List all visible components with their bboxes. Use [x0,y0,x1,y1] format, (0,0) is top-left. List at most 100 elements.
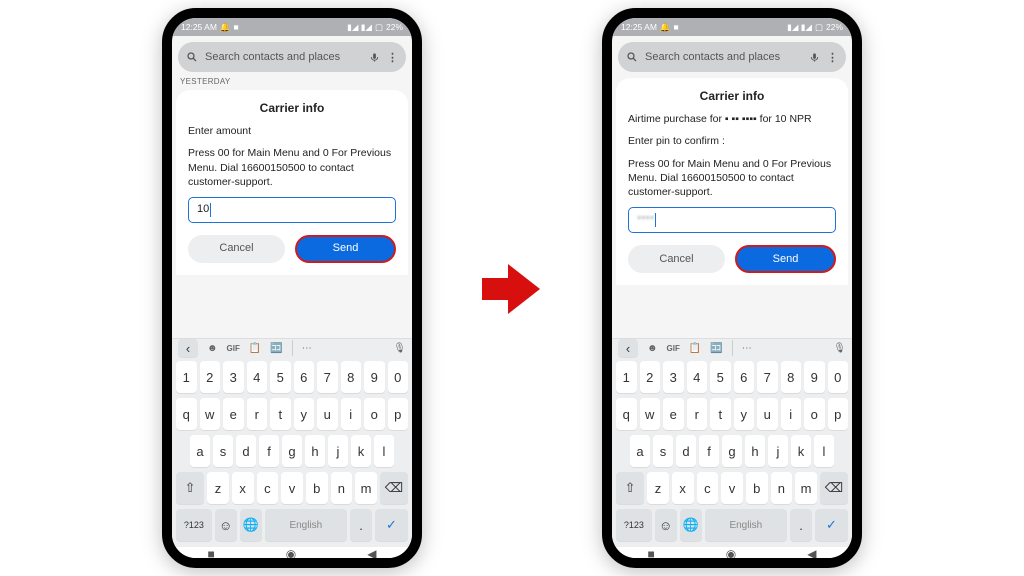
phone-left: 12:25 AM 🔔 ■ ▮◢ ▮◢ ▢ 22% Search contacts… [162,8,422,568]
globe-key[interactable]: 🌐 [240,509,262,541]
cancel-button[interactable]: Cancel [628,245,725,273]
key-d[interactable]: d [236,435,256,467]
key-j[interactable]: j [328,435,348,467]
more-icon[interactable]: ⋮ [827,51,838,64]
soft-keyboard[interactable]: ‹ ☻ GIF 📋 🈁 ⋯ 🎙 1 2 3 4 5 6 7 [172,338,412,558]
key-i[interactable]: i [341,398,362,430]
key-r[interactable]: r [247,398,268,430]
android-nav-bar: ■ ◉ ◀ [172,547,412,561]
key-u[interactable]: u [317,398,338,430]
period-key[interactable]: . [350,509,372,541]
status-time: 12:25 AM [621,22,657,32]
send-button[interactable]: Send [735,245,836,273]
key-v[interactable]: v [281,472,303,504]
key-6[interactable]: 6 [294,361,315,393]
nav-back-icon[interactable]: ◀ [367,547,376,561]
key-0[interactable]: 0 [388,361,409,393]
soft-keyboard[interactable]: ‹ ☻ GIF 📋 🈁 ⋯ 🎙 1 2 3 4 5 6 7 [612,338,852,558]
translate-icon[interactable]: 🈁 [710,343,722,354]
period-key[interactable]: . [790,509,812,541]
key-2[interactable]: 2 [200,361,221,393]
key-a[interactable]: a [190,435,210,467]
symbols-key[interactable]: ?123 [616,509,652,541]
key-h[interactable]: h [305,435,325,467]
kb-more-icon[interactable]: ⋯ [302,343,312,354]
key-p[interactable]: p [388,398,409,430]
key-7[interactable]: 7 [317,361,338,393]
space-key[interactable]: English [705,509,787,541]
ussd-dialog: Carrier info Airtime purchase for ▪ ▪▪ ▪… [616,78,848,285]
enter-key[interactable]: ✓ [375,509,408,541]
nav-home-icon[interactable]: ◉ [726,547,736,561]
backspace-key[interactable]: ⌫ [820,472,848,504]
key-t[interactable]: t [270,398,291,430]
dialog-prompt: Enter pin to confirm : [628,134,836,148]
key-c[interactable]: c [257,472,279,504]
key-b[interactable]: b [306,472,328,504]
shift-key[interactable]: ⇧ [176,472,204,504]
pin-input[interactable]: **** [628,207,836,233]
mic-icon[interactable] [369,52,380,63]
amount-input[interactable]: 10 [188,197,396,223]
battery-icon: ▢ [815,22,823,33]
key-x[interactable]: x [232,472,254,504]
key-9[interactable]: 9 [364,361,385,393]
key-z[interactable]: z [207,472,229,504]
emoji-key[interactable]: ☺ [655,509,677,541]
kb-collapse-icon[interactable]: ‹ [178,339,198,357]
more-icon[interactable]: ⋮ [387,51,398,64]
key-w[interactable]: w [200,398,221,430]
key-1[interactable]: 1 [176,361,197,393]
key-s[interactable]: s [213,435,233,467]
space-key[interactable]: English [265,509,347,541]
enter-key[interactable]: ✓ [815,509,848,541]
key-e[interactable]: e [223,398,244,430]
battery-pct: 22% [386,22,403,32]
nav-home-icon[interactable]: ◉ [286,547,296,561]
clipboard-icon[interactable]: 📋 [249,343,261,354]
kb-more-icon[interactable]: ⋯ [742,343,752,354]
kb-row-1: q w e r t y u i o p [176,398,408,430]
nav-back-icon[interactable]: ◀ [807,547,816,561]
key-l[interactable]: l [374,435,394,467]
key-8[interactable]: 8 [341,361,362,393]
backspace-key[interactable]: ⌫ [380,472,408,504]
key-f[interactable]: f [259,435,279,467]
gif-icon[interactable]: GIF [667,344,680,353]
key-5[interactable]: 5 [270,361,291,393]
gif-icon[interactable]: GIF [227,344,240,353]
key-4[interactable]: 4 [247,361,268,393]
key-m[interactable]: m [355,472,377,504]
search-bar[interactable]: Search contacts and places ⋮ [178,42,406,72]
key-q[interactable]: q [176,398,197,430]
key-3[interactable]: 3 [223,361,244,393]
shift-key[interactable]: ⇧ [616,472,644,504]
clipboard-icon[interactable]: 📋 [689,343,701,354]
send-button[interactable]: Send [295,235,396,263]
nav-recent-icon[interactable]: ■ [648,547,655,561]
nav-recent-icon[interactable]: ■ [208,547,215,561]
key-k[interactable]: k [351,435,371,467]
symbols-key[interactable]: ?123 [176,509,212,541]
translate-icon[interactable]: 🈁 [270,343,282,354]
search-bar[interactable]: Search contacts and places ⋮ [618,42,846,72]
key-n[interactable]: n [331,472,353,504]
key-y[interactable]: y [294,398,315,430]
dialog-summary: Airtime purchase for ▪ ▪▪ ▪▪▪▪ for 10 NP… [628,112,836,126]
mic-keyboard-icon[interactable]: 🎙 [833,343,846,354]
emoji-key[interactable]: ☺ [215,509,237,541]
dialog-help: Press 00 for Main Menu and 0 For Previou… [188,146,396,189]
sticker-icon[interactable]: ☻ [647,343,658,354]
search-placeholder: Search contacts and places [205,51,362,63]
globe-key[interactable]: 🌐 [680,509,702,541]
bell-icon: 🔔 [220,22,231,33]
mic-icon[interactable] [809,52,820,63]
signal-icon: ▮◢ ▮◢ [347,22,372,33]
sticker-icon[interactable]: ☻ [207,343,218,354]
cancel-button[interactable]: Cancel [188,235,285,263]
key-o[interactable]: o [364,398,385,430]
mic-keyboard-icon[interactable]: 🎙 [393,343,406,354]
kb-collapse-icon[interactable]: ‹ [618,339,638,357]
flow-arrow-icon [482,258,542,318]
key-g[interactable]: g [282,435,302,467]
